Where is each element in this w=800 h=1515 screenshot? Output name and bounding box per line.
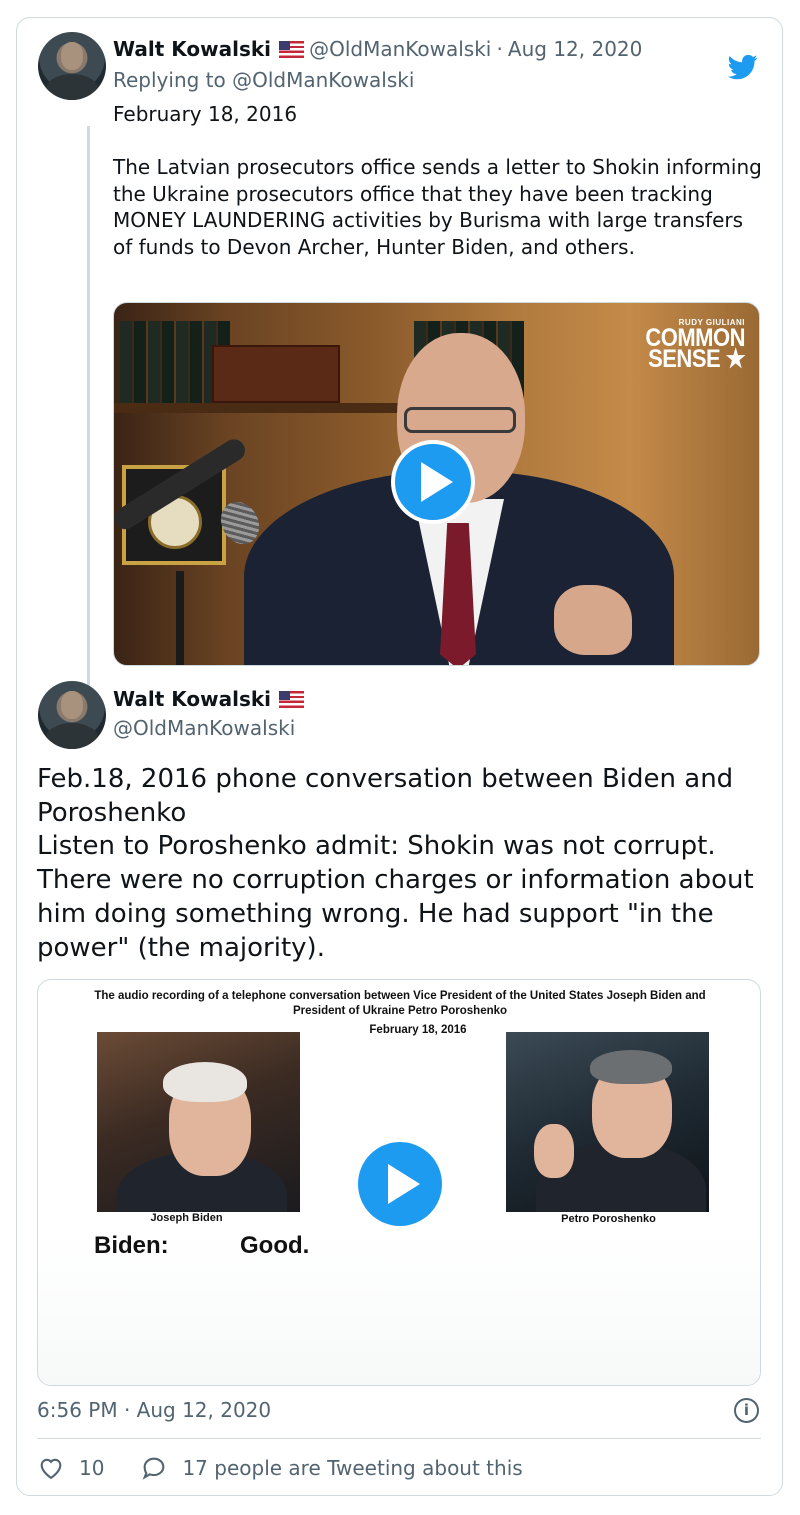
video-title: The audio recording of a telephone conve… [94, 990, 706, 1017]
play-button[interactable] [358, 1142, 442, 1226]
author-name[interactable]: Walt Kowalski [113, 37, 271, 61]
people-tweeting-link[interactable]: 17 people are Tweeting about this [182, 1456, 522, 1480]
play-icon [421, 462, 453, 502]
tweet2-text: Feb.18, 2016 phone conversation between … [37, 764, 754, 963]
embedded-tweet-card[interactable]: Walt Kowalski @OldManKowalski · Aug 12, … [16, 17, 783, 1496]
replying-to-handle[interactable]: @OldManKowalski [232, 68, 414, 92]
video-date: February 18, 2016 [369, 1024, 467, 1036]
us-flag-icon [279, 691, 304, 708]
author-handle[interactable]: @OldManKowalski [113, 716, 295, 740]
subtitle-text: Good. [240, 1232, 310, 1259]
author-avatar[interactable] [38, 681, 106, 749]
like-count[interactable]: 10 [79, 1456, 104, 1480]
twitter-bird-icon[interactable] [726, 52, 760, 82]
common-sense-logo: RUDY GIULIANI COMMON SENSE ★ [645, 318, 745, 373]
info-icon[interactable]: i [734, 1398, 759, 1423]
author-avatar[interactable] [38, 32, 106, 100]
tweet2-header: Walt Kowalski [113, 687, 304, 711]
tweet1-date[interactable]: Aug 12, 2020 [508, 37, 642, 61]
tweet-actions: 10 17 people are Tweeting about this [37, 1454, 523, 1482]
poroshenko-photo [506, 1032, 709, 1212]
subtitle-speaker: Biden: [94, 1232, 169, 1259]
thread-connector-line [87, 126, 90, 691]
tweet-timestamp[interactable]: 6:56 PM · Aug 12, 2020 [37, 1398, 271, 1422]
divider [37, 1438, 761, 1439]
wooden-chest [212, 345, 340, 403]
biden-photo [97, 1032, 300, 1212]
play-icon [388, 1164, 420, 1204]
speech-bubble-icon[interactable] [140, 1454, 168, 1482]
author-handle[interactable]: @OldManKowalski [309, 37, 491, 61]
left-caption: Joseph Biden [150, 1212, 223, 1224]
tweet1-text: February 18, 2016 The Latvian prosecutor… [113, 102, 762, 259]
tweet1-video[interactable]: RUDY GIULIANI COMMON SENSE ★ [113, 302, 760, 666]
replying-to-line: Replying to @OldManKowalski [113, 68, 414, 92]
right-caption: Petro Poroshenko [561, 1213, 656, 1225]
heart-icon[interactable] [37, 1454, 65, 1482]
tweet2-video[interactable]: The audio recording of a telephone conve… [37, 979, 761, 1386]
author-name[interactable]: Walt Kowalski [113, 687, 271, 711]
separator-dot: · [496, 37, 503, 61]
replying-prefix: Replying to [113, 68, 226, 92]
play-button[interactable] [391, 440, 475, 524]
us-flag-icon [279, 41, 304, 58]
tweet1-header: Walt Kowalski @OldManKowalski · Aug 12, … [113, 37, 642, 61]
